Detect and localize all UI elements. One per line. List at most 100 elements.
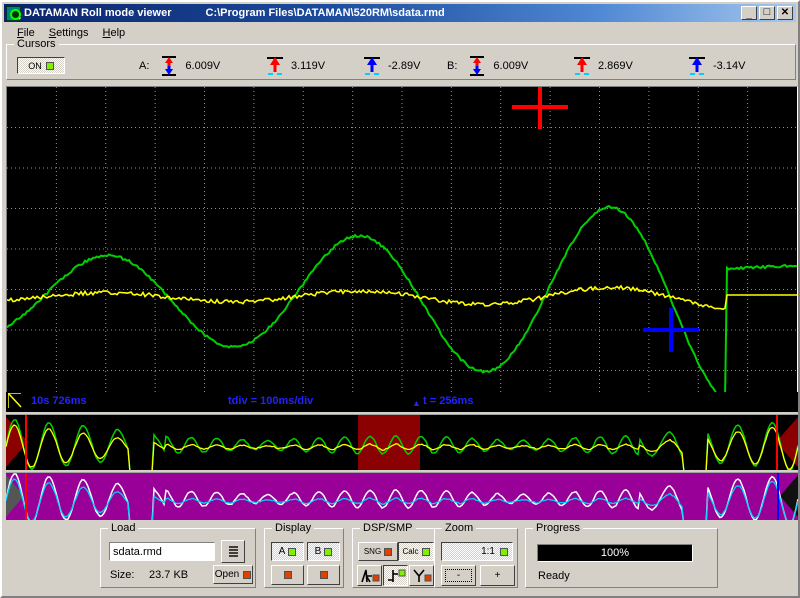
sng-button[interactable]: SNG <box>358 542 398 561</box>
channel-b-option-led <box>320 571 328 579</box>
calc-button[interactable]: Calc <box>398 542 434 561</box>
cursors-on-label: ON <box>28 61 42 71</box>
zoom-in-button[interactable]: + <box>480 565 515 586</box>
size-value: 23.7 KB <box>149 569 188 581</box>
delta-symbol-icon: ▲ <box>412 398 421 408</box>
arrow-up-blue-icon <box>687 55 707 77</box>
cursor-b-lower-value: -3.14V <box>713 60 745 72</box>
calc-label: Calc <box>402 547 418 556</box>
menu-bar: File Settings Help <box>4 23 796 42</box>
cursor-b-value: 6.009V <box>493 60 528 72</box>
sng-label: SNG <box>364 547 381 556</box>
cursor-a-lower-readout: -2.89V <box>362 55 420 77</box>
app-magnifier-icon <box>6 6 21 21</box>
progress-group: Progress 100% Ready <box>525 528 718 588</box>
channel-a-label: A <box>279 546 286 557</box>
double-arrow-red-blue-icon <box>467 55 487 77</box>
filename-field[interactable]: sdata.rmd <box>109 542 215 561</box>
scope-info-strip: 10s 726ms tdiv = 100ms/div ▲ t = 256ms <box>6 392 798 412</box>
dsp-smp-group-label: DSP/SMP <box>360 522 416 534</box>
channel-a-button[interactable]: A <box>271 542 304 561</box>
arrow-up-red-icon <box>572 55 592 77</box>
scope-display[interactable] <box>6 86 798 412</box>
zoom-ratio-display[interactable]: 1:1 <box>441 542 513 561</box>
display-group-label: Display <box>272 522 314 534</box>
filename-value: sdata.rmd <box>113 546 162 558</box>
sng-led <box>384 548 392 556</box>
navigator-primary-canvas[interactable] <box>6 415 798 470</box>
list-lines-icon <box>228 545 239 558</box>
cursor-b-upper-value: 2.869V <box>598 60 633 72</box>
menu-item-help-label: elp <box>110 27 125 39</box>
channel-a-option-button[interactable] <box>271 565 304 585</box>
cursors-group-label: Cursors <box>14 38 59 50</box>
corner-diagonal-icon <box>8 393 22 409</box>
cursor-a-upper-value: 3.119V <box>291 60 325 72</box>
cursors-group: Cursors ON A: 6.009V <box>6 44 796 80</box>
waveform-peak-left-icon <box>360 568 380 584</box>
open-led <box>243 571 251 579</box>
double-arrow-red-blue-icon <box>159 55 179 77</box>
progress-group-label: Progress <box>533 522 583 534</box>
browse-button[interactable] <box>221 540 245 563</box>
time-position-label: 10s 726ms <box>31 395 87 407</box>
channel-a-led <box>288 548 296 556</box>
menu-item-settings-label: ettings <box>56 27 88 39</box>
channel-b-button[interactable]: B <box>307 542 340 561</box>
tdiv-label: tdiv = 100ms/div <box>228 395 313 407</box>
cursor-a-lower-value: -2.89V <box>388 60 420 72</box>
navigator-secondary-canvas[interactable] <box>6 473 798 520</box>
menu-item-help[interactable]: Help <box>96 25 133 41</box>
navigator-strip-secondary[interactable] <box>6 472 798 520</box>
zoom-ratio-led <box>500 548 508 556</box>
dsp-smp-group: DSP/SMP SNG Calc <box>352 528 438 588</box>
size-label: Size: <box>110 569 134 581</box>
cursor-b-lower-readout: -3.14V <box>687 55 745 77</box>
minimize-button[interactable]: _ <box>741 6 757 20</box>
cursor-readout-b: B: 6.009V <box>447 55 528 77</box>
zoom-out-button[interactable]: - <box>441 565 476 586</box>
cursor-b-upper-readout: 2.869V <box>572 55 633 77</box>
load-group: Load sdata.rmd Size: 23.7 KB Open <box>100 528 256 588</box>
arrow-up-red-icon <box>265 55 285 77</box>
window-file-path: C:\Program Files\DATAMAN\520RM\sdata.rmd <box>206 7 445 19</box>
close-button[interactable]: ✕ <box>777 6 793 20</box>
channel-b-led <box>324 548 332 556</box>
scope-canvas[interactable] <box>7 87 797 411</box>
dsp-mode-peak-button[interactable] <box>357 565 382 586</box>
cursor-a-label: A: <box>139 60 149 72</box>
cursors-on-toggle[interactable]: ON <box>17 57 65 74</box>
progress-status: Ready <box>538 570 570 582</box>
dsp-mode-step-button[interactable] <box>383 565 408 586</box>
cursor-a-upper-readout: 3.119V <box>265 55 325 77</box>
channel-a-option-led <box>284 571 292 579</box>
arrow-up-blue-icon <box>362 55 382 77</box>
window-controls: _ □ ✕ <box>741 6 794 20</box>
menu-item-file-label: ile <box>24 27 35 39</box>
close-icon: ✕ <box>778 7 792 19</box>
dsp-mode-fork-button[interactable] <box>409 565 434 586</box>
cursor-a-value: 6.009V <box>185 60 220 72</box>
maximize-button[interactable]: □ <box>759 6 775 20</box>
zoom-in-label: + <box>495 570 501 581</box>
delta-t-label: t = 256ms <box>423 395 473 407</box>
open-button[interactable]: Open <box>213 565 253 584</box>
open-label: Open <box>215 569 239 580</box>
cursor-readout-a: A: 6.009V <box>139 55 220 77</box>
zoom-group-label: Zoom <box>442 522 476 534</box>
cursor-b-label: B: <box>447 60 457 72</box>
calc-led <box>422 548 430 556</box>
bottom-control-panel: Load sdata.rmd Size: 23.7 KB Open <box>4 520 796 596</box>
minimize-icon: _ <box>742 9 756 21</box>
waveform-fork-icon <box>412 568 432 584</box>
channel-b-label: B <box>315 546 322 557</box>
title-bar: DATAMAN Roll mode viewer C:\Program File… <box>4 4 796 22</box>
channel-b-option-button[interactable] <box>307 565 340 585</box>
progress-bar: 100% <box>537 544 693 562</box>
navigator-strip-primary[interactable] <box>6 414 798 470</box>
waveform-step-icon <box>386 568 406 584</box>
progress-percent: 100% <box>601 547 629 559</box>
cursors-on-led <box>46 62 54 70</box>
load-group-label: Load <box>108 522 138 534</box>
display-group: Display A B <box>264 528 344 588</box>
